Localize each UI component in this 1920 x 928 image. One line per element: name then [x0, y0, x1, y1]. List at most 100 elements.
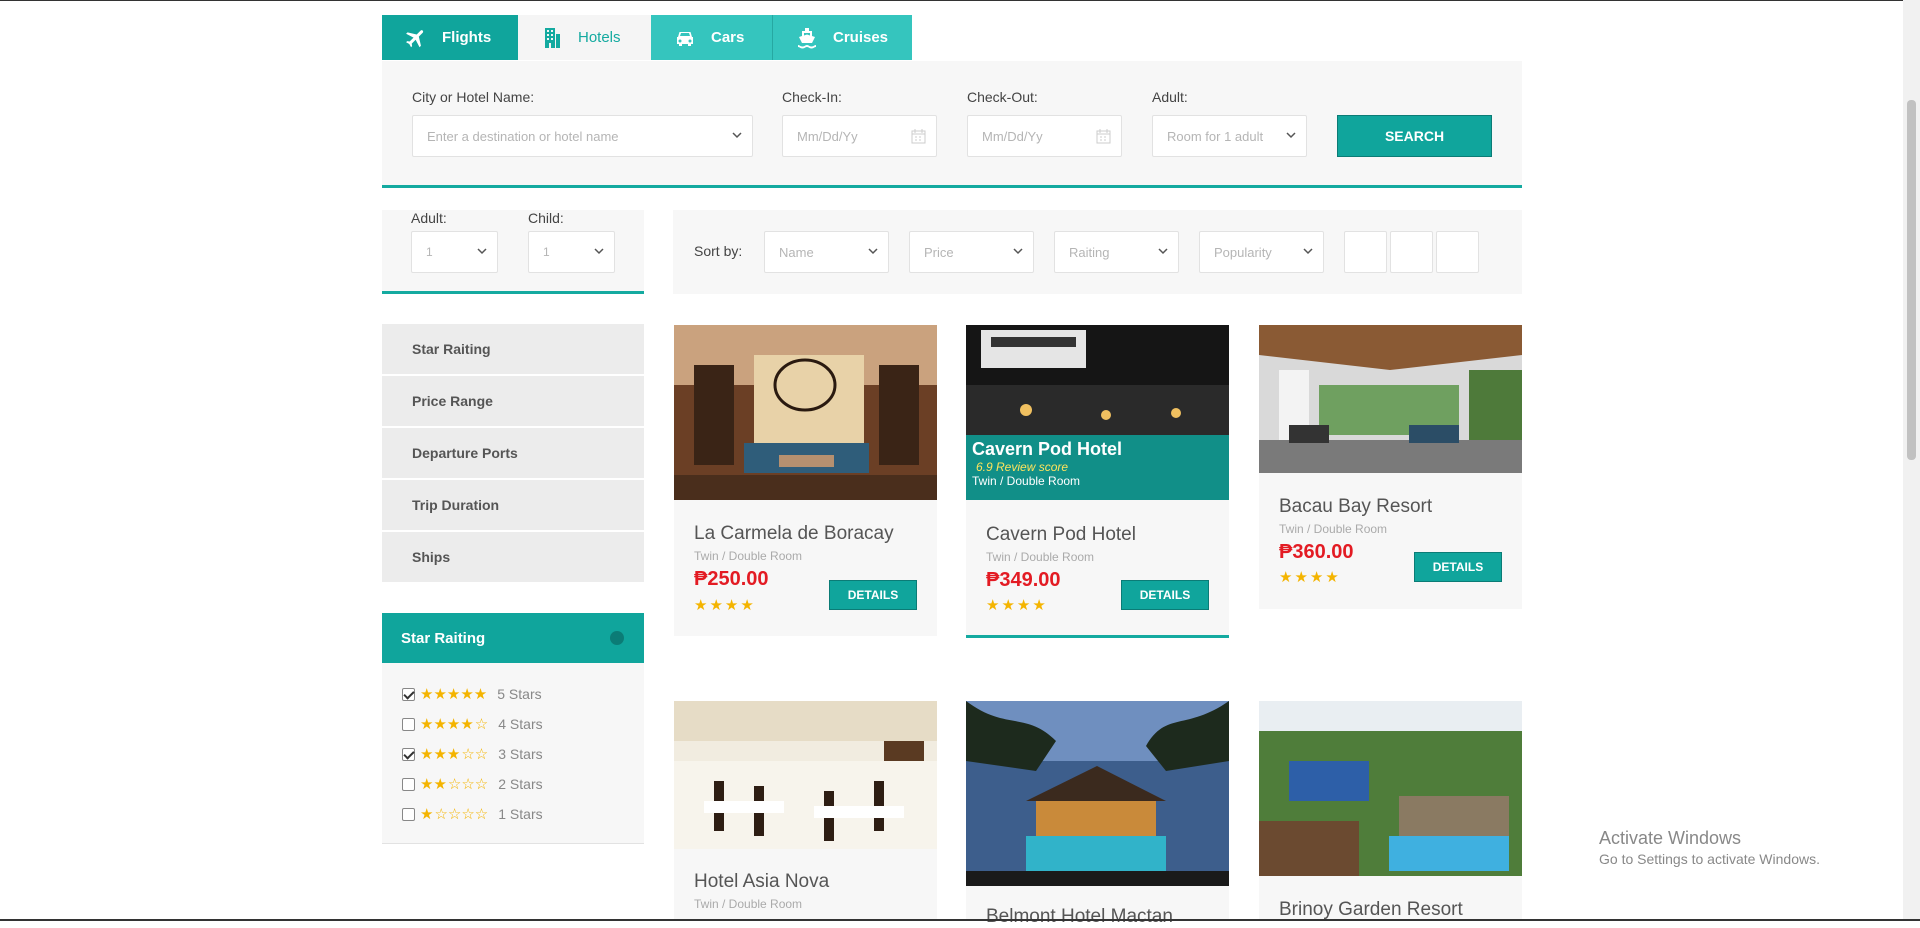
guest-child-select[interactable]: 1 — [528, 231, 615, 273]
hotel-card[interactable]: Bacau Bay Resort Twin / Double Room ₱360… — [1259, 325, 1522, 609]
checkin-placeholder: Mm/Dd/Yy — [797, 128, 858, 144]
hotel-name[interactable]: Hotel Asia Nova — [694, 871, 829, 893]
hotel-name[interactable]: Cavern Pod Hotel — [986, 524, 1136, 546]
car-icon — [677, 31, 693, 46]
hotel-photo[interactable] — [674, 325, 937, 500]
city-label: City or Hotel Name: — [412, 89, 535, 105]
star-4-icons: ★★★★ ☆ — [420, 716, 489, 733]
guests-panel: Adult: 1 Child: 1 — [382, 210, 644, 294]
hotel-name[interactable]: Brinoy Garden Resort — [1279, 899, 1463, 921]
star-1-label: 1 Stars — [498, 806, 543, 822]
watermark-title: Activate Windows — [1599, 828, 1742, 848]
star-3-checkbox[interactable] — [402, 747, 415, 761]
top-border — [0, 0, 1920, 1]
watermark-subtitle: Go to Settings to activate Windows. — [1599, 851, 1820, 867]
sort-price-label: Price — [924, 244, 954, 260]
star-filter-3[interactable]: ★★★ ☆☆ 3 Stars — [402, 744, 543, 764]
hotel-card[interactable]: Cavern Pod Hotel 6.9 Review score Twin /… — [966, 325, 1229, 638]
activate-windows-watermark: Activate Windows Go to Settings to activ… — [1599, 828, 1820, 867]
star-2-icons: ★★ ☆☆☆ — [420, 776, 489, 793]
tab-cruises[interactable]: Cruises — [773, 15, 912, 60]
tab-flights[interactable]: Flights — [382, 15, 518, 60]
star-2-checkbox[interactable] — [402, 777, 415, 791]
hotel-room-type: Twin / Double Room — [694, 897, 803, 911]
hotel-photo[interactable] — [966, 701, 1229, 886]
overlay-review-score: 6.9 Review score — [976, 460, 1069, 474]
hotel-price: ₱250.00 — [694, 568, 769, 590]
hotel-room-type: Twin / Double Room — [1279, 522, 1388, 536]
view-map-button[interactable] — [1436, 231, 1479, 273]
sort-price-select[interactable]: Price — [909, 231, 1034, 273]
checkin-input[interactable]: Mm/Dd/Yy — [782, 115, 937, 157]
star-1-checkbox[interactable] — [402, 807, 415, 821]
building-icon — [545, 27, 560, 48]
checkout-input[interactable]: Mm/Dd/Yy — [967, 115, 1122, 157]
star-filter-1[interactable]: ★ ☆☆☆☆ 1 Stars — [402, 804, 543, 824]
overlay-hotel-name: Cavern Pod Hotel — [972, 439, 1123, 459]
tab-hotels[interactable]: Hotels — [518, 15, 651, 60]
star-3-icons: ★★★ ☆☆ — [420, 746, 489, 763]
adult-select[interactable]: Room for 1 adult — [1152, 115, 1307, 157]
booking-tabs: Flights Hotels Cars Cruises — [382, 15, 912, 60]
city-placeholder: Enter a destination or hotel name — [427, 128, 619, 144]
city-input[interactable]: Enter a destination or hotel name — [412, 115, 753, 157]
adult-value: Room for 1 adult — [1167, 128, 1264, 144]
chevron-down-icon — [477, 248, 487, 255]
filter-departure-ports[interactable]: Departure Ports — [382, 428, 644, 478]
hotel-name[interactable]: Bacau Bay Resort — [1279, 496, 1432, 518]
hotel-card[interactable]: Belmont Hotel Mactan — [966, 701, 1229, 927]
sort-name-label: Name — [779, 244, 814, 260]
filter-ships[interactable]: Ships — [382, 532, 644, 582]
hotel-room-type: Twin / Double Room — [694, 549, 803, 563]
tab-cars[interactable]: Cars — [651, 15, 773, 60]
guest-child-label: Child: — [528, 210, 564, 226]
hotel-photo[interactable] — [674, 701, 937, 849]
guest-adult-select[interactable]: 1 — [411, 231, 498, 273]
hotel-card[interactable]: Brinoy Garden Resort — [1259, 701, 1522, 921]
hotel-name[interactable]: La Carmela de Boracay — [694, 523, 894, 545]
filter-price-range[interactable]: Price Range — [382, 376, 644, 426]
hotel-photo[interactable]: Cavern Pod Hotel 6.9 Review score Twin /… — [966, 325, 1229, 500]
hotel-card[interactable]: Hotel Asia Nova Twin / Double Room — [674, 701, 937, 921]
details-button[interactable]: DETAILS — [829, 580, 917, 610]
chevron-down-icon — [1286, 132, 1296, 139]
chevron-down-icon — [1303, 248, 1313, 255]
details-button[interactable]: DETAILS — [1414, 552, 1502, 582]
hotel-stars: ★★★★ — [986, 597, 1048, 614]
star-filter-2[interactable]: ★★ ☆☆☆ 2 Stars — [402, 774, 543, 794]
hotel-photo[interactable] — [1259, 701, 1522, 876]
hotel-price: ₱349.00 — [986, 569, 1061, 591]
sort-bar: Sort by: Name Price Raiting Popularity — [673, 210, 1522, 294]
star-5-label: 5 Stars — [497, 686, 542, 702]
hotel-overlay: Cavern Pod Hotel 6.9 Review score Twin /… — [966, 435, 1229, 500]
scrollbar-thumb[interactable] — [1907, 100, 1916, 460]
sort-name-select[interactable]: Name — [764, 231, 889, 273]
collapse-icon[interactable] — [610, 631, 624, 645]
star-5-checkbox[interactable] — [402, 687, 415, 701]
tab-cruises-label: Cruises — [833, 29, 889, 46]
tab-hotels-label: Hotels — [578, 29, 621, 46]
hotel-name[interactable]: Belmont Hotel Mactan — [986, 906, 1173, 928]
tab-flights-label: Flights — [442, 29, 492, 46]
star-filter-5[interactable]: ★★★★★ 5 Stars — [402, 684, 542, 704]
hotel-price: ₱360.00 — [1279, 541, 1354, 563]
search-button[interactable]: SEARCH — [1337, 115, 1492, 157]
hotel-card[interactable]: La Carmela de Boracay Twin / Double Room… — [674, 325, 937, 636]
star-3-label: 3 Stars — [498, 746, 543, 762]
page-scrollbar[interactable] — [1903, 0, 1920, 921]
filter-star-rating[interactable]: Star Raiting — [382, 324, 644, 374]
star-filter-4[interactable]: ★★★★ ☆ 4 Stars — [402, 714, 543, 734]
view-list-button[interactable] — [1390, 231, 1433, 273]
sort-rating-select[interactable]: Raiting — [1054, 231, 1179, 273]
view-grid-button[interactable] — [1344, 231, 1387, 273]
checkout-label: Check-Out: — [967, 89, 1038, 105]
sort-popularity-select[interactable]: Popularity — [1199, 231, 1324, 273]
details-button[interactable]: DETAILS — [1121, 580, 1209, 610]
hotel-room-type: Twin / Double Room — [986, 550, 1095, 564]
chevron-down-icon — [868, 248, 878, 255]
star-rating-header[interactable]: Star Raiting — [382, 613, 644, 663]
star-4-checkbox[interactable] — [402, 717, 415, 731]
star-5-icons: ★★★★★ — [420, 686, 488, 703]
hotel-photo[interactable] — [1259, 325, 1522, 473]
filter-trip-duration[interactable]: Trip Duration — [382, 480, 644, 530]
